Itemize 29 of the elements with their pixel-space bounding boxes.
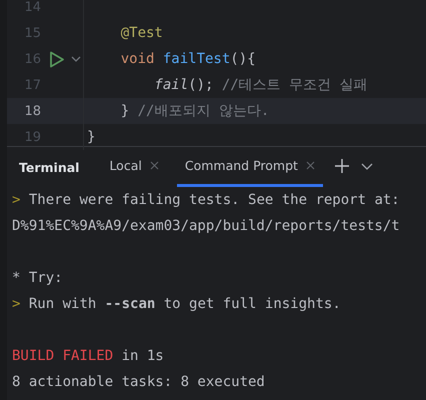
terminal-text: D%91%EC%9A%A9/exam03/app/build/reports/tests/t [12, 218, 400, 234]
chevron-icon[interactable] [360, 162, 373, 170]
code-token: fail [153, 77, 188, 93]
code-token: } [120, 103, 130, 119]
code-token: //테스트 무조건 실패 [222, 77, 368, 93]
terminal-text: in 1s [120, 348, 164, 364]
code-token: (); [188, 77, 214, 93]
terminal-text: BUILD FAILED [12, 348, 114, 364]
run-icon[interactable] [49, 50, 65, 68]
terminal-text: Run with --scan to get full insights. [28, 296, 341, 312]
terminal-text: There were failing tests. See the report at: [28, 192, 400, 208]
terminal-text: > [12, 296, 20, 312]
code-token: (){ [230, 51, 256, 67]
terminal-tab[interactable]: Local [101, 147, 167, 187]
line-number: 18 [23, 104, 41, 118]
add-icon[interactable] [334, 159, 349, 173]
terminal-text: > [12, 192, 20, 208]
close-icon[interactable] [306, 161, 315, 170]
terminal-text: 8 actionable tasks: 8 executed [12, 374, 265, 390]
code-token: @Test [120, 25, 163, 41]
chevron-icon[interactable] [71, 56, 81, 62]
code-token: void [120, 51, 156, 67]
code-token: } [87, 129, 96, 145]
terminal-title: Terminal [19, 160, 80, 174]
code-token: //배포되지 않는다. [138, 103, 270, 119]
close-icon[interactable] [150, 161, 159, 170]
terminal-text: * Try: [12, 270, 63, 286]
code-token: failTest [162, 51, 230, 67]
terminal-tab[interactable]: Command Prompt [176, 147, 323, 187]
